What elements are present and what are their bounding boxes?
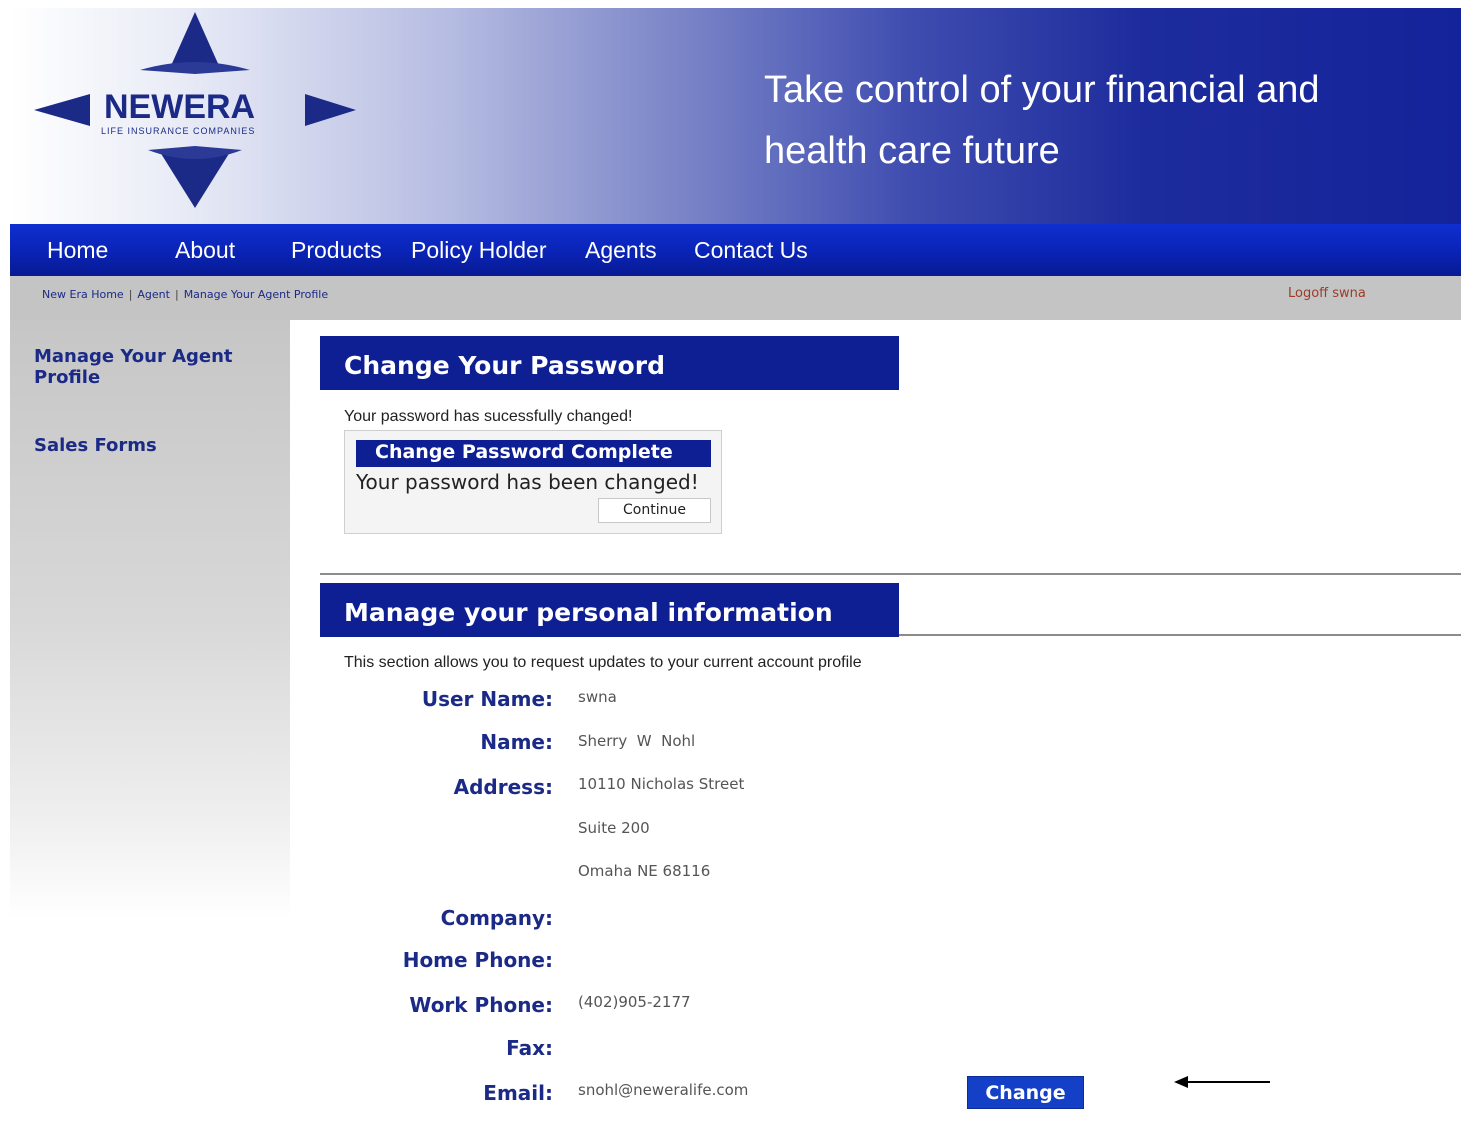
breadcrumb-separator: |	[128, 288, 133, 301]
email-value: snohl@neweralife.com	[578, 1081, 749, 1099]
tagline-line-1: Take control of your financial and	[764, 69, 1320, 111]
personal-info-note: This section allows you to request updat…	[344, 654, 862, 671]
name-label: Name:	[480, 730, 553, 754]
logoff-link[interactable]: Logoff swna	[1288, 286, 1366, 301]
company-label: Company:	[440, 906, 553, 930]
change-password-heading: Change Your Password	[320, 336, 899, 390]
nav-about[interactable]: About	[175, 237, 235, 264]
breadcrumb-new-era-home[interactable]: New Era Home	[42, 288, 124, 301]
address-line-3: Omaha NE 68116	[578, 862, 711, 880]
heading-rule	[899, 634, 1461, 636]
section-divider	[320, 573, 1461, 575]
main-nav: Home About Products Policy Holder Agents…	[10, 224, 1461, 276]
sidebar-item-sales-forms[interactable]: Sales Forms	[34, 435, 157, 456]
email-label: Email:	[483, 1081, 553, 1105]
nav-products[interactable]: Products	[291, 237, 382, 264]
nav-contact-us[interactable]: Contact Us	[694, 237, 808, 264]
password-complete-title: Change Password Complete	[356, 440, 711, 467]
breadcrumb-bar: New Era Home | Agent | Manage Your Agent Pro…	[10, 276, 1461, 320]
breadcrumb: New Era Home | Agent | Manage Your Agent Pro…	[42, 288, 328, 301]
nav-policy-holder[interactable]: Policy Holder	[411, 237, 547, 264]
tagline: Take control of your financial and healt…	[764, 60, 1404, 182]
newera-logo[interactable]: NEWERA LIFE INSURANCE COMPANIES	[20, 10, 360, 210]
nav-home[interactable]: Home	[47, 237, 108, 264]
personal-info-heading: Manage your personal information	[320, 583, 899, 637]
breadcrumb-manage-profile[interactable]: Manage Your Agent Profile	[184, 288, 328, 301]
user-name-value: swna	[578, 688, 617, 706]
sidebar: Manage Your Agent Profile Sales Forms	[10, 320, 290, 920]
address-line-2: Suite 200	[578, 819, 650, 837]
home-phone-label: Home Phone:	[402, 948, 553, 972]
work-phone-value: (402)905-2177	[578, 993, 691, 1011]
address-line-1: 10110 Nicholas Street	[578, 775, 745, 793]
header-banner: NEWERA LIFE INSURANCE COMPANIES Take con…	[10, 8, 1461, 224]
user-name-label: User Name:	[421, 687, 553, 711]
work-phone-label: Work Phone:	[409, 993, 553, 1017]
change-button[interactable]: Change	[967, 1076, 1084, 1109]
name-value: Sherry W Nohl	[578, 732, 696, 750]
left-arrow-icon	[1174, 1076, 1270, 1088]
fax-label: Fax:	[506, 1036, 553, 1060]
nav-agents[interactable]: Agents	[585, 237, 657, 264]
breadcrumb-separator: |	[174, 288, 179, 301]
password-complete-panel: Change Password Complete Your password h…	[344, 430, 722, 534]
sidebar-item-manage-profile[interactable]: Manage Your Agent Profile	[34, 346, 264, 388]
continue-button[interactable]: Continue	[598, 498, 711, 523]
logo-subtext: LIFE INSURANCE COMPANIES	[101, 126, 256, 136]
logo-text: NEWERA	[104, 88, 256, 126]
tagline-line-2: health care future	[764, 130, 1060, 172]
password-success-note: Your password has sucessfully changed!	[344, 408, 633, 425]
address-label: Address:	[453, 775, 553, 799]
breadcrumb-agent[interactable]: Agent	[137, 288, 170, 301]
password-complete-message: Your password has been changed!	[356, 470, 699, 494]
